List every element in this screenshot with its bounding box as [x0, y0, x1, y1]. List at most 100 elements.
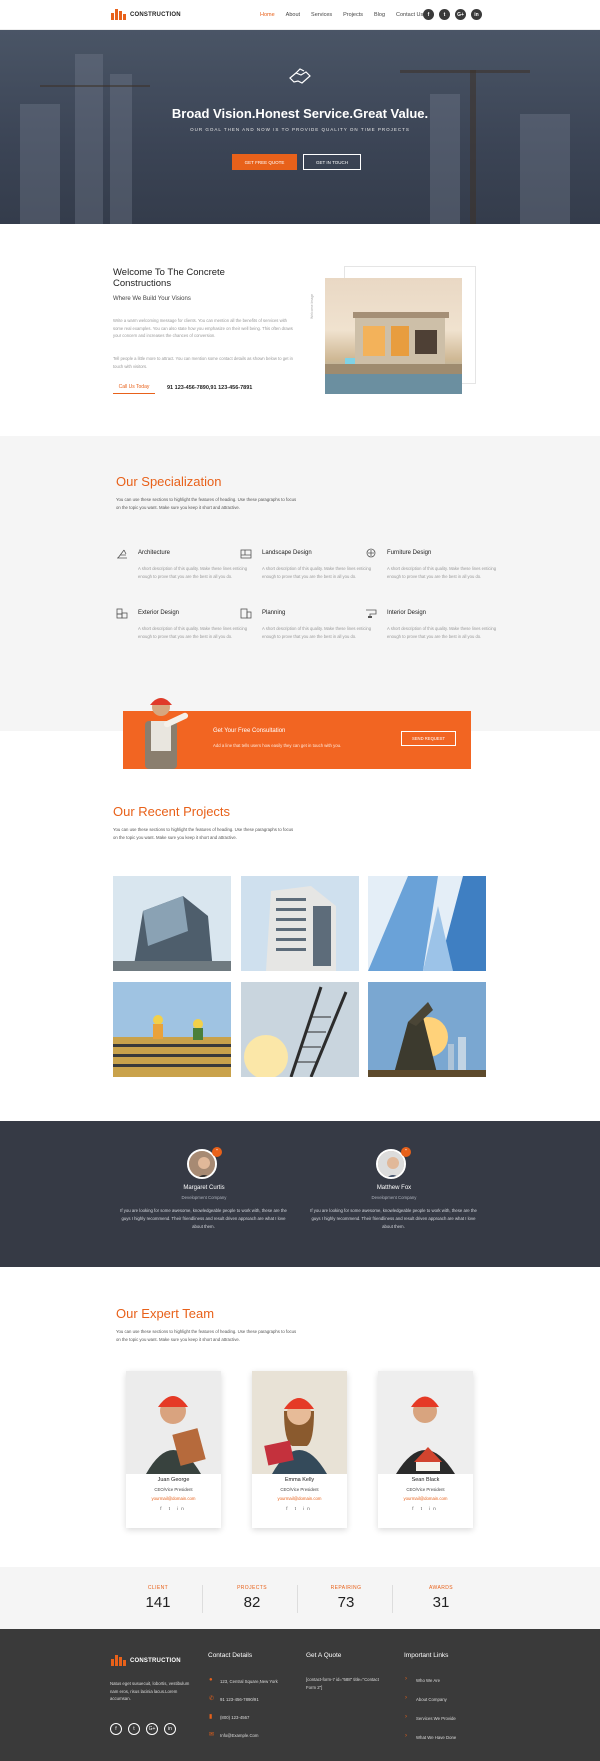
testimonial-name: Margaret Curtis: [183, 1185, 225, 1191]
footer-link[interactable]: Who We Are: [416, 1678, 440, 1683]
architecture-icon: [117, 549, 127, 559]
important-links-title: Important Links: [404, 1652, 449, 1659]
get-free-quote-button[interactable]: GET FREE QUOTE: [232, 154, 297, 170]
team-intro: You can use these sections to highlight …: [116, 1329, 297, 1342]
chevron-right-icon: ›: [405, 1676, 407, 1682]
google-plus-icon[interactable]: G+: [146, 1723, 158, 1735]
team-card[interactable]: Juan George CEO/Vice President yourmail@…: [126, 1371, 221, 1528]
project-image[interactable]: [113, 982, 231, 1077]
logo[interactable]: CONSTRUCTION: [111, 9, 181, 20]
logo-text: CONSTRUCTION: [130, 11, 181, 18]
landscape-icon: [240, 549, 252, 559]
facebook-icon[interactable]: f: [110, 1723, 122, 1735]
header-social: f t G+ in: [423, 9, 482, 20]
team-member-name: Sean Black: [411, 1477, 440, 1483]
welcome-subtitle: Where We Build Your Visions: [113, 296, 191, 302]
team-member-social[interactable]: f t in: [126, 1506, 221, 1511]
team-member-social[interactable]: f t in: [378, 1506, 473, 1511]
welcome-section: Welcome To The Concrete Constructions Wh…: [0, 224, 600, 436]
engineer-photo: [145, 698, 189, 769]
team-card[interactable]: Emma Kelly CEO/Vice President yourmail@d…: [252, 1371, 347, 1528]
stat-projects: PROJECTS 82: [205, 1585, 299, 1611]
spec-name: Landscape Design: [262, 550, 312, 556]
team-member-social[interactable]: f t in: [252, 1506, 347, 1511]
stat-value: 73: [337, 1594, 355, 1611]
spec-name: Exterior Design: [138, 610, 180, 616]
hero-banner: Broad Vision.Honest Service.Great Value.…: [0, 30, 600, 224]
hero-bg-building: [110, 74, 132, 224]
nav-blog[interactable]: Blog: [374, 12, 385, 18]
twitter-icon[interactable]: t: [128, 1723, 140, 1735]
nav-services[interactable]: Services: [311, 12, 332, 18]
footer-mobile: (800) 123-4567: [220, 1715, 250, 1720]
logo-icon: [111, 1655, 127, 1666]
hero-subtitle: OUR GOAL THEN AND NOW IS TO PROVIDE QUAL…: [190, 127, 410, 132]
team-member-role: CEO/Vice President: [154, 1487, 193, 1492]
welcome-image-caption: Welcome Image: [310, 293, 314, 319]
stat-value: 141: [145, 1594, 171, 1611]
project-image[interactable]: [113, 876, 231, 971]
welcome-paragraph: Tell people a little more to attract. Yo…: [113, 356, 293, 369]
stat-label: AWARDS: [429, 1585, 453, 1591]
google-plus-icon[interactable]: G+: [455, 9, 466, 20]
logo-text: CONSTRUCTION: [130, 1657, 181, 1664]
stat-label: REPAIRING: [330, 1585, 362, 1591]
footer-address: 123, Central Square,New York: [220, 1679, 278, 1684]
testimonial-quote: If you are looking for some awesome, kno…: [310, 1208, 477, 1229]
linkedin-icon[interactable]: in: [471, 9, 482, 20]
footer-link[interactable]: Services We Provide: [416, 1716, 456, 1721]
spec-desc: A short description of this quality. Mak…: [138, 626, 248, 639]
stat-repairing: REPAIRING 73: [299, 1585, 393, 1611]
team-member-role: CEO/Vice President: [406, 1487, 445, 1492]
facebook-icon[interactable]: f: [423, 9, 434, 20]
mail-icon: ✉: [209, 1732, 215, 1738]
spec-name: Furniture Design: [387, 550, 432, 556]
team-title: Our Expert Team: [116, 1306, 215, 1321]
site-header: CONSTRUCTION Home About Services Project…: [0, 0, 600, 30]
handshake-icon: [289, 68, 311, 84]
specialization-section: Our Specialization You can use these sec…: [0, 436, 600, 731]
team-member-email[interactable]: yourmail@domain.com: [378, 1496, 473, 1501]
project-image[interactable]: [368, 876, 486, 971]
team-member-email[interactable]: yourmail@domain.com: [252, 1496, 347, 1501]
team-card[interactable]: Sean Black CEO/Vice President yourmail@d…: [378, 1371, 473, 1528]
team-member-photo: [252, 1371, 347, 1474]
footer-phone: 91 123-456-7890/91: [220, 1697, 259, 1702]
stat-value: 31: [432, 1594, 450, 1611]
quote-icon: “: [212, 1147, 222, 1157]
footer-logo[interactable]: CONSTRUCTION: [111, 1655, 181, 1666]
team-member-email[interactable]: yourmail@domain.com: [126, 1496, 221, 1501]
send-request-button[interactable]: SEND REQUEST: [401, 731, 456, 746]
team-member-name: Juan George: [157, 1477, 190, 1483]
stat-value: 82: [243, 1594, 261, 1611]
project-image[interactable]: [241, 876, 359, 971]
project-image[interactable]: [241, 982, 359, 1077]
spec-desc: A short description of this quality. Mak…: [387, 566, 497, 579]
footer-link[interactable]: What We Have Done: [416, 1735, 456, 1740]
twitter-icon[interactable]: t: [439, 9, 450, 20]
stat-divider: [202, 1585, 203, 1613]
testimonial-name: Matthew Fox: [376, 1185, 412, 1191]
spec-desc: A short description of this quality. Mak…: [138, 566, 248, 579]
linkedin-icon[interactable]: in: [164, 1723, 176, 1735]
footer-link[interactable]: About Company: [416, 1697, 447, 1702]
stat-awards: AWARDS 31: [394, 1585, 488, 1611]
house-photo: [325, 278, 462, 394]
get-in-touch-button[interactable]: GET IN TOUCH: [303, 154, 361, 170]
quote-form-shortcode: [contact-form-7 id="688" title="Contact …: [306, 1677, 379, 1690]
quote-icon: “: [401, 1147, 411, 1157]
footer-email[interactable]: Info@Example.Com: [220, 1732, 259, 1740]
hero-bg-building: [20, 104, 60, 224]
spec-name: Architecture: [138, 550, 171, 556]
nav-contact[interactable]: Contact Us: [396, 12, 423, 18]
footer-about: Natus eget susuecuit, lobortis, vestibul…: [110, 1681, 190, 1701]
testimonial-quote: If you are looking for some awesome, kno…: [120, 1208, 287, 1229]
nav-about[interactable]: About: [286, 12, 300, 18]
nav-projects[interactable]: Projects: [343, 12, 363, 18]
project-image[interactable]: [368, 982, 486, 1077]
call-us-today-button[interactable]: Call Us Today: [113, 381, 155, 394]
nav-home[interactable]: Home: [260, 12, 275, 18]
consultation-subtitle: Add a line that tells users how easily t…: [213, 743, 342, 748]
team-member-role: CEO/Vice President: [280, 1487, 319, 1492]
team-member-photo: [378, 1371, 473, 1474]
